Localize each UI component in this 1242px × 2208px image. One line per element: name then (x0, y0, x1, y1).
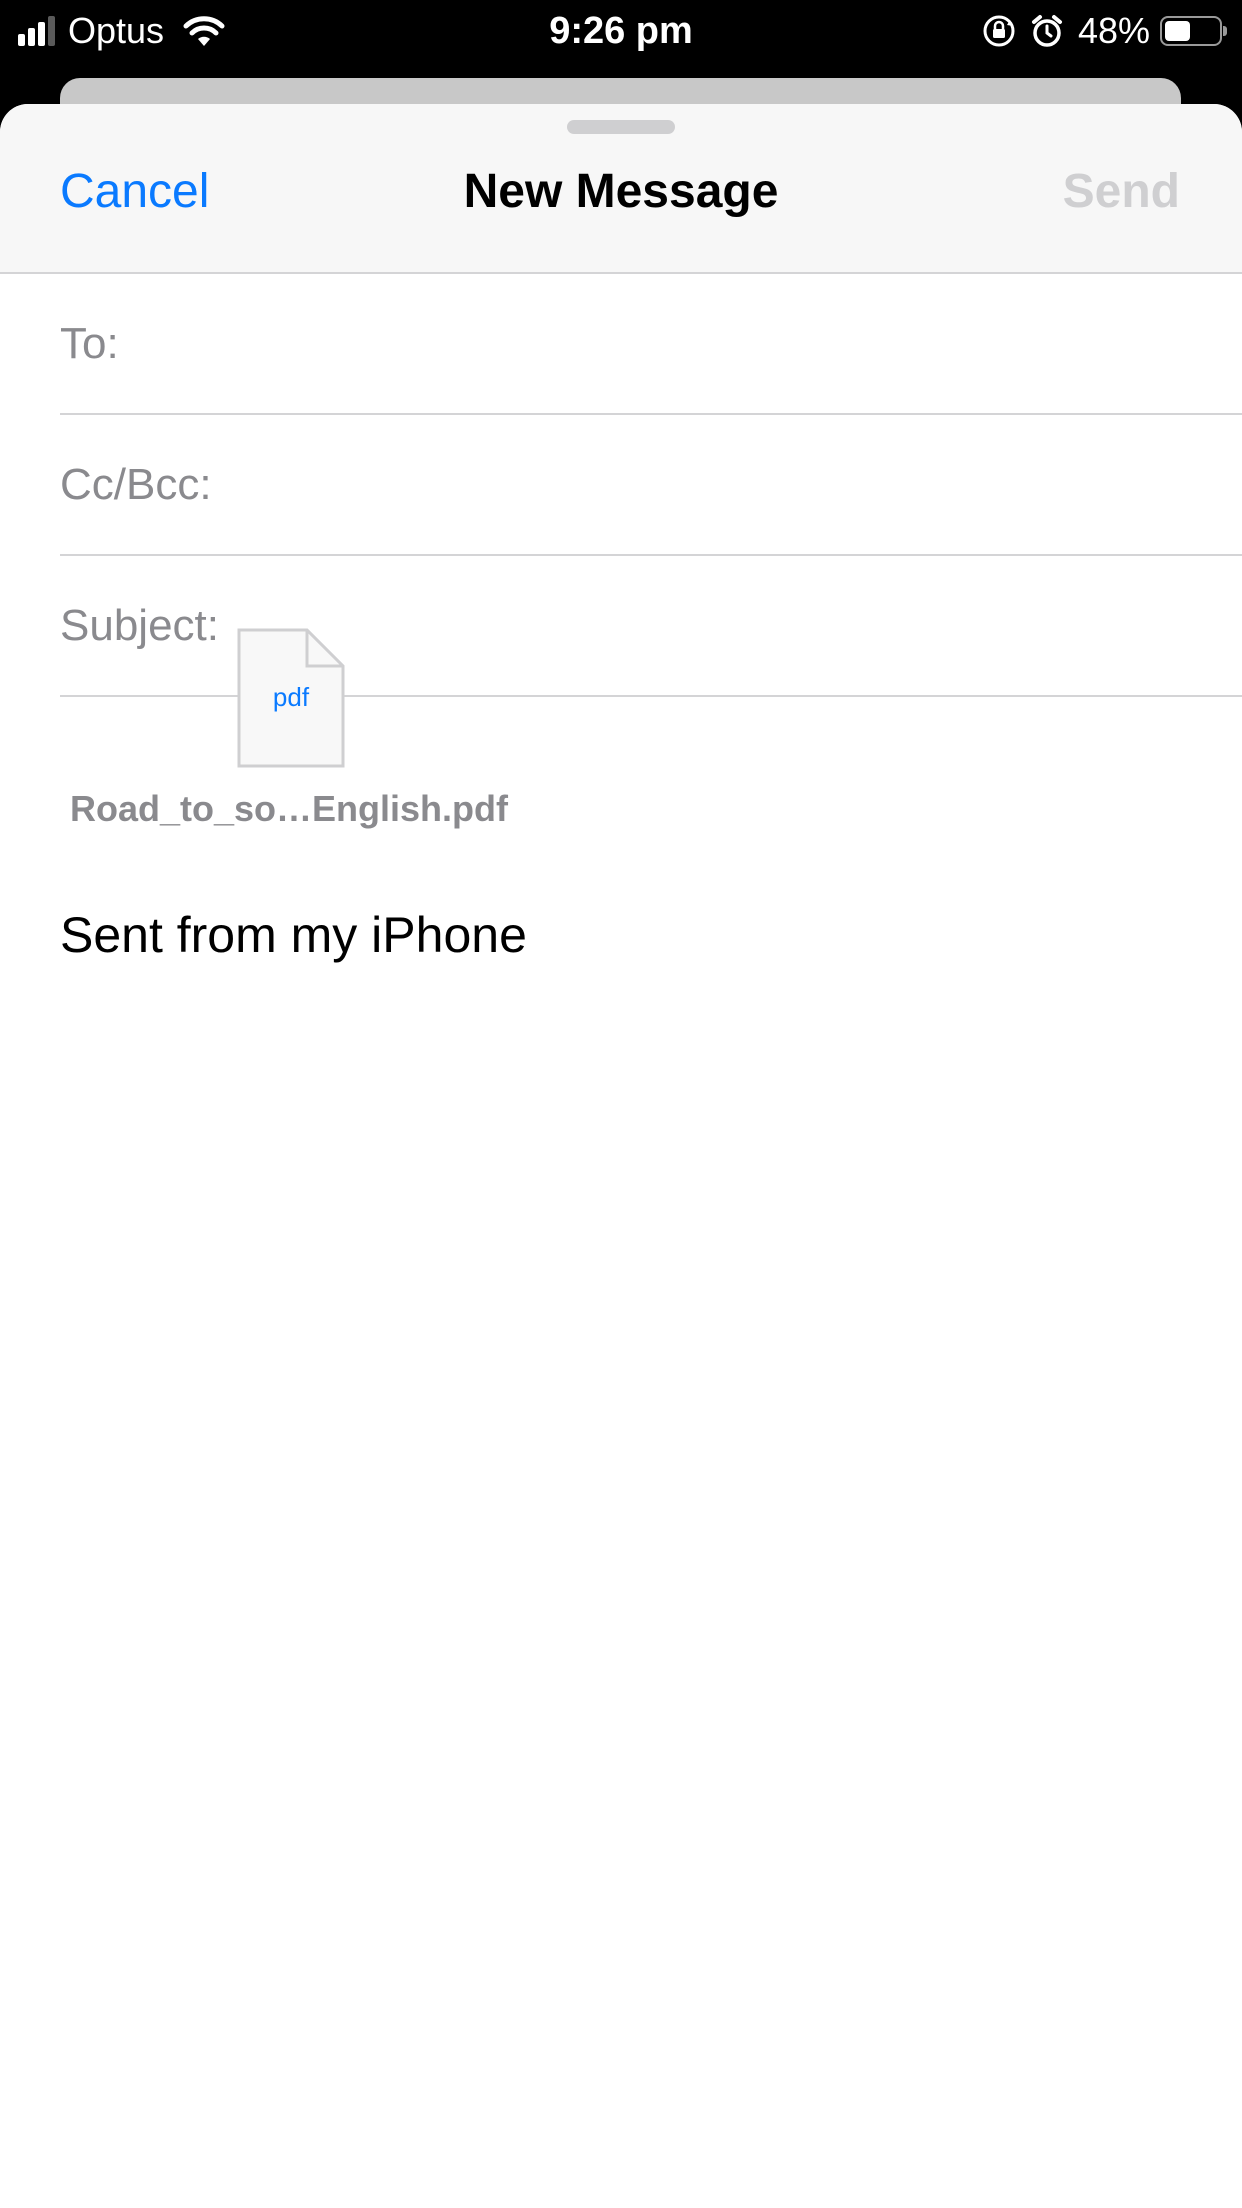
rotation-lock-icon (983, 15, 1015, 47)
compose-nav-bar: Cancel New Message Send (0, 104, 1242, 274)
cc-bcc-label: Cc/Bcc: (60, 459, 212, 509)
battery-fill (1165, 21, 1190, 41)
cc-bcc-field[interactable]: Cc/Bcc: (60, 415, 1242, 556)
battery-percent: 48% (1077, 10, 1150, 51)
pdf-type-label: pdf (272, 682, 310, 712)
to-field[interactable]: To: (60, 274, 1242, 415)
battery-icon (1160, 16, 1227, 46)
compose-sheet: Cancel New Message Send To: Cc/Bcc: Subj… (0, 104, 1242, 2208)
page-title: New Message (463, 165, 779, 218)
to-label: To: (60, 318, 119, 368)
status-right: 48% (982, 8, 1227, 54)
alarm-icon (1031, 15, 1062, 47)
battery-cap (1223, 26, 1227, 36)
subject-label: Subject: (60, 600, 219, 650)
status-bar: Optus 9:26 pm 48% (0, 0, 1242, 78)
message-body[interactable]: Sent from my iPhone (60, 906, 527, 964)
sheet-grabber[interactable] (567, 120, 675, 134)
send-button[interactable]: Send (1063, 160, 1180, 224)
cc-bcc-input[interactable] (225, 453, 1222, 516)
attachment-filename: Road_to_so…English.pdf (70, 788, 509, 829)
to-input[interactable] (132, 312, 1222, 375)
subject-input[interactable] (232, 594, 1222, 657)
